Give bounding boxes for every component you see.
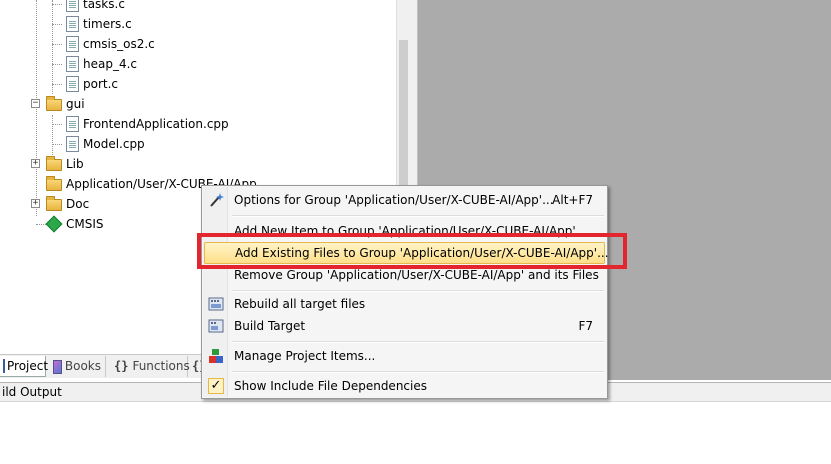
folder-icon	[46, 176, 62, 191]
tree-guide-line	[52, 44, 62, 45]
tree-guide-line	[52, 115, 53, 155]
manage-items-icon	[208, 348, 224, 364]
tab-label: Books	[64, 359, 101, 373]
menu-item-show-include-dependencies[interactable]: ✓ Show Include File Dependencies	[204, 375, 605, 397]
tree-item-file[interactable]: timers.c	[66, 14, 132, 34]
tab-project[interactable]: Project	[0, 356, 49, 377]
tree-item-label: FrontendApplication.cpp	[83, 117, 229, 131]
project-icon	[3, 359, 5, 373]
component-diamond-icon	[45, 215, 63, 233]
menu-item-label: Manage Project Items...	[234, 349, 376, 363]
build-output-title: ild Output	[2, 385, 62, 399]
c-file-icon	[66, 56, 79, 72]
menu-item-build-target[interactable]: Build Target F7	[204, 315, 605, 337]
tree-item-file[interactable]: port.c	[66, 74, 118, 94]
tree-item-label: Model.cpp	[83, 137, 145, 151]
tree-guide-line	[36, 0, 37, 216]
collapse-toggle[interactable]: −	[31, 99, 40, 108]
tree-item-file[interactable]: FrontendApplication.cpp	[66, 114, 229, 134]
tree-item-group[interactable]: Lib	[46, 154, 84, 174]
folder-icon	[46, 156, 62, 171]
menu-separator	[232, 341, 604, 343]
build-output-panel[interactable]	[0, 402, 831, 464]
tree-item-label: Doc	[66, 197, 90, 211]
context-menu: Options for Group 'Application/User/X-CU…	[201, 185, 609, 399]
menu-separator	[232, 215, 604, 217]
tree-item-label: cmsis_os2.c	[83, 37, 155, 51]
tab-label: Project	[7, 358, 49, 373]
tree-item-label: Lib	[66, 157, 84, 171]
menu-separator	[232, 290, 604, 292]
tree-guide-line	[52, 0, 53, 94]
tree-item-file[interactable]: tasks.c	[66, 0, 125, 14]
expand-toggle[interactable]: +	[31, 159, 40, 168]
build-icon	[208, 318, 224, 334]
checkmark-icon: ✓	[208, 378, 224, 394]
rebuild-icon	[208, 296, 224, 312]
c-file-icon	[66, 16, 79, 32]
tree-item-label: gui	[66, 97, 85, 111]
magic-wand-icon	[208, 192, 224, 208]
annotation-highlight-box	[197, 233, 627, 269]
menu-item-label: Show Include File Dependencies	[234, 379, 427, 393]
open-folder-icon	[46, 96, 62, 111]
tree-guide-line	[52, 64, 62, 65]
tree-item-file[interactable]: heap_4.c	[66, 54, 137, 74]
menu-item-shortcut: Alt+F7	[552, 193, 593, 207]
cpp-file-icon	[66, 116, 79, 132]
menu-item-manage-project-items[interactable]: Manage Project Items...	[204, 345, 605, 367]
books-icon	[53, 359, 62, 374]
menu-item-label: Rebuild all target files	[234, 297, 366, 311]
tree-item-label: port.c	[83, 77, 119, 91]
menu-item-shortcut: F7	[578, 319, 593, 333]
tree-item-group[interactable]: Doc	[46, 194, 89, 214]
tree-item-label: timers.c	[83, 17, 132, 31]
tab-functions[interactable]: {} Functions	[110, 356, 190, 377]
cpp-file-icon	[66, 136, 79, 152]
menu-item-options-for-group[interactable]: Options for Group 'Application/User/X-CU…	[204, 189, 605, 211]
menu-separator	[232, 371, 604, 373]
folder-icon	[46, 196, 62, 211]
tree-item-label: heap_4.c	[83, 57, 138, 71]
tree-guide-line	[52, 84, 62, 85]
tree-guide-line	[52, 124, 62, 125]
tree-item-component[interactable]: CMSIS	[45, 214, 104, 234]
expand-toggle[interactable]: +	[31, 199, 40, 208]
braces-icon: {}	[114, 359, 129, 373]
c-file-icon	[66, 0, 79, 12]
tree-item-file[interactable]: cmsis_os2.c	[66, 34, 155, 54]
tree-guide-line	[52, 24, 62, 25]
tab-books[interactable]: Books	[49, 356, 106, 377]
tree-item-group[interactable]: gui	[46, 94, 85, 114]
tab-label: Functions	[132, 359, 190, 373]
c-file-icon	[66, 36, 79, 52]
menu-item-label: Build Target	[234, 319, 306, 333]
c-file-icon	[66, 76, 79, 92]
tree-guide-line	[52, 4, 62, 5]
tree-item-label: tasks.c	[83, 0, 125, 11]
tree-item-label: CMSIS	[66, 217, 104, 231]
tree-guide-line	[36, 224, 46, 225]
tree-item-file[interactable]: Model.cpp	[66, 134, 145, 154]
menu-item-rebuild-all[interactable]: Rebuild all target files	[204, 293, 605, 315]
menu-item-label: Options for Group 'Application/User/X-CU…	[234, 193, 554, 207]
tree-guide-line	[52, 144, 62, 145]
